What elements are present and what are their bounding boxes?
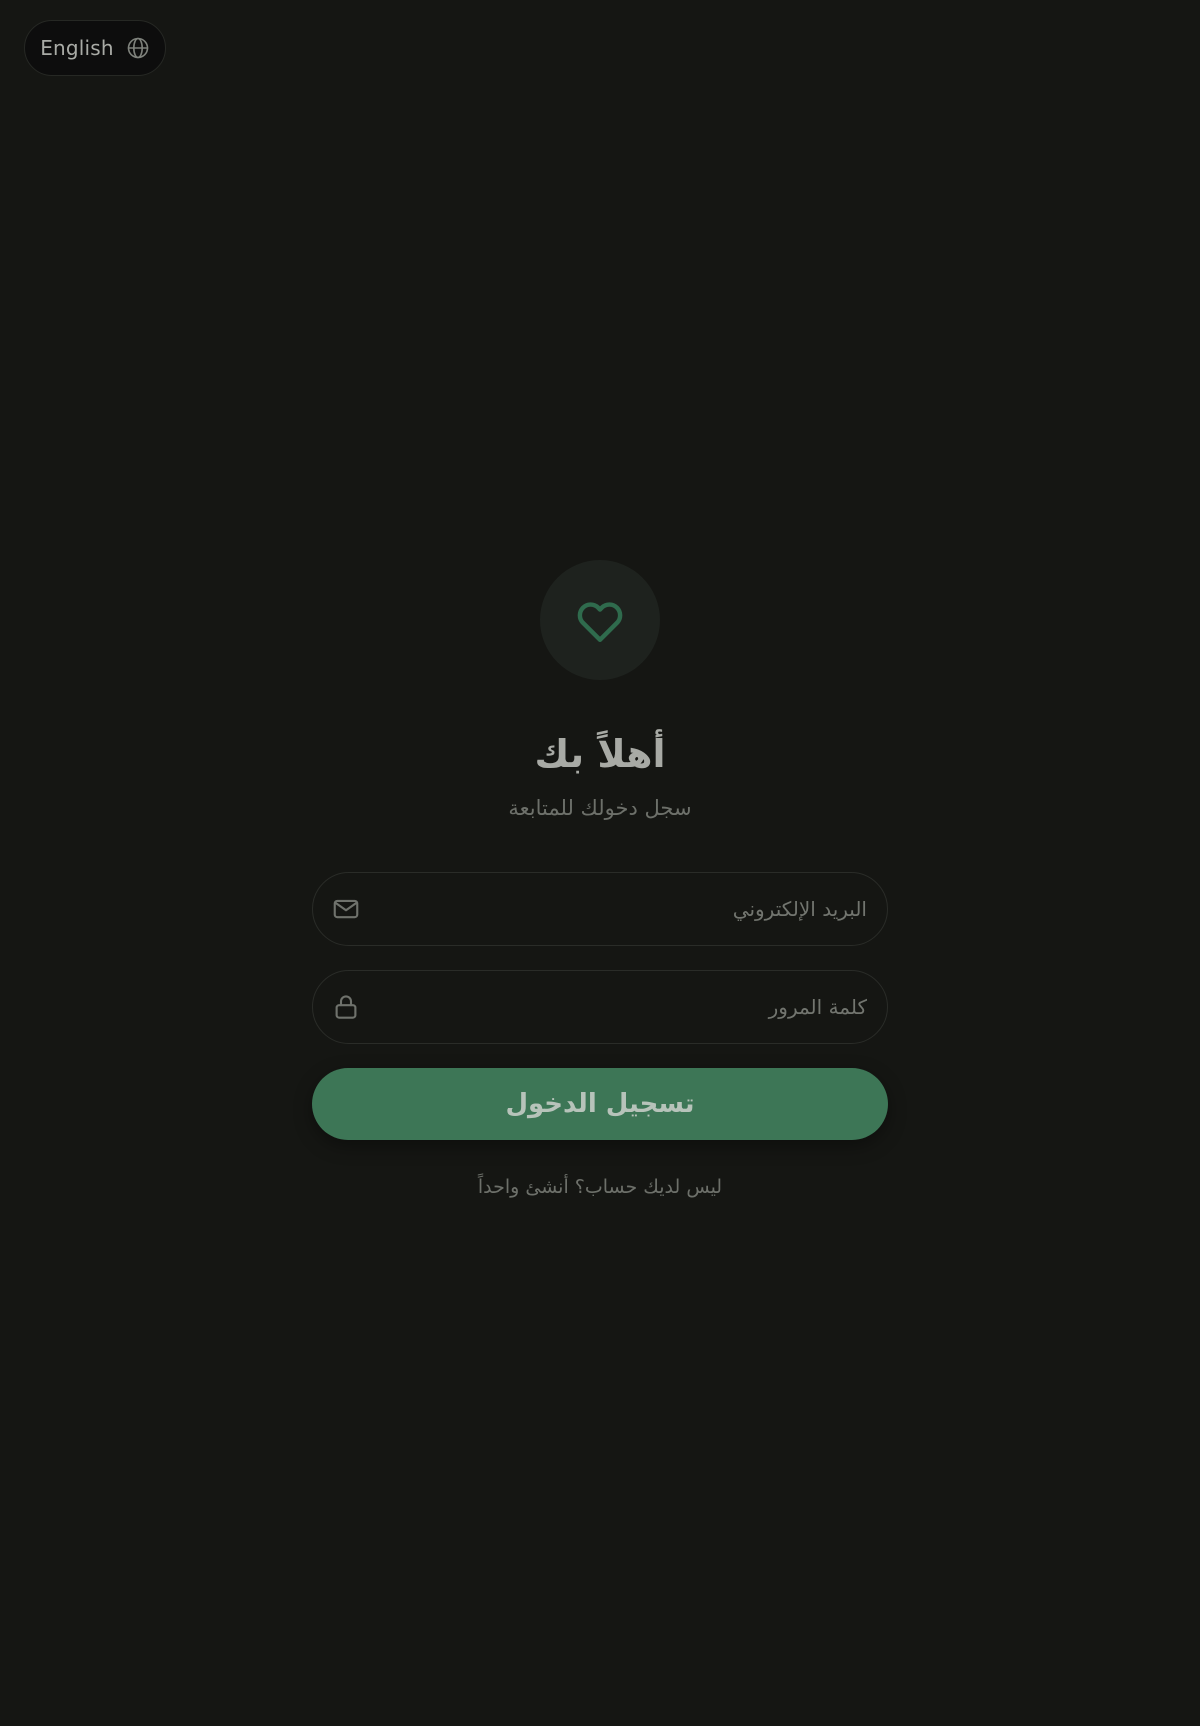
globe-icon bbox=[126, 36, 150, 60]
logo-badge bbox=[540, 560, 660, 680]
language-toggle-button[interactable]: English bbox=[24, 20, 166, 76]
password-input[interactable] bbox=[361, 971, 869, 1043]
language-toggle-label: English bbox=[40, 36, 114, 60]
email-field[interactable] bbox=[312, 872, 888, 946]
lock-icon bbox=[331, 992, 361, 1022]
page-subtitle: سجل دخولك للمتابعة bbox=[508, 796, 692, 820]
login-page: English أهلاً بك سجل دخولك للمتابعة البر… bbox=[0, 0, 1200, 1726]
login-card: أهلاً بك سجل دخولك للمتابعة تسجيل الدخول… bbox=[312, 560, 888, 1198]
page-title: أهلاً بك bbox=[534, 732, 666, 776]
email-input[interactable] bbox=[361, 873, 869, 945]
heart-icon bbox=[572, 592, 628, 648]
signup-link[interactable]: ليس لديك حساب؟ أنشئ واحداً bbox=[478, 1176, 722, 1198]
login-button[interactable]: تسجيل الدخول bbox=[312, 1068, 888, 1140]
mail-icon bbox=[331, 894, 361, 924]
password-field[interactable] bbox=[312, 970, 888, 1044]
